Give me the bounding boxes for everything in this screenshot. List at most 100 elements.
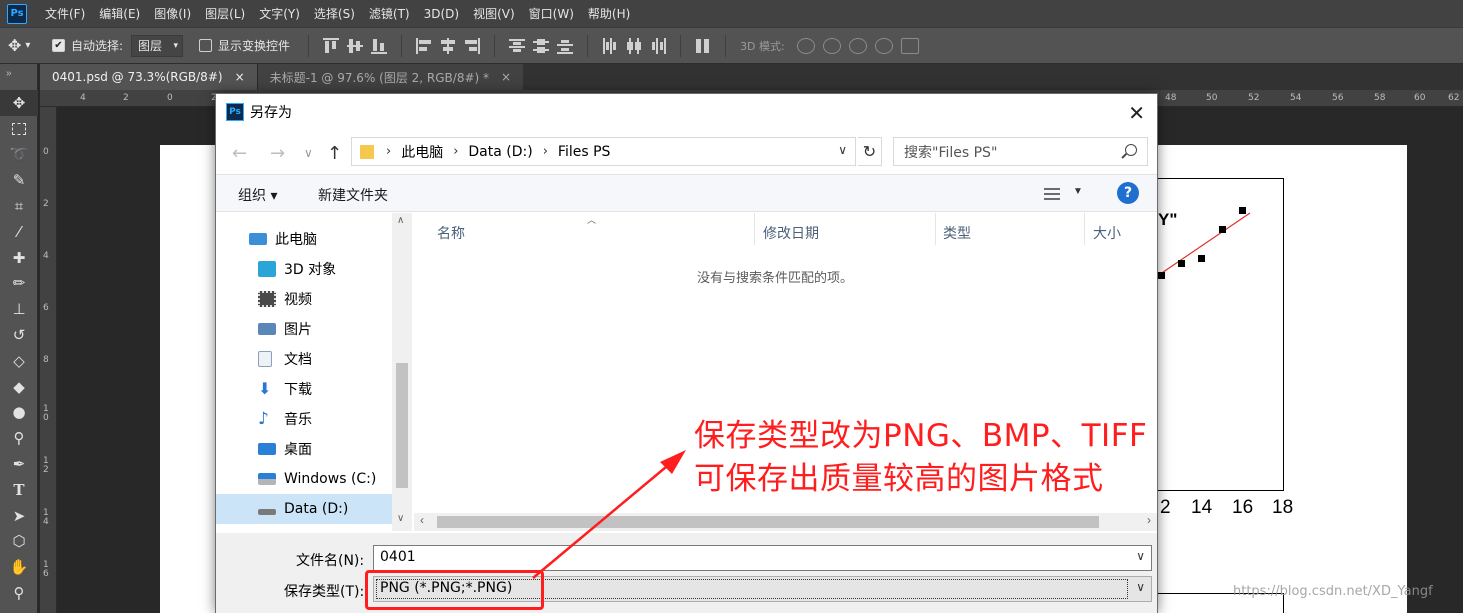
lasso-tool-icon[interactable]: ➰: [0, 142, 38, 168]
show-transform-checkbox[interactable]: [199, 39, 213, 52]
move-tool-preset-picker[interactable]: ✥ ▾: [8, 33, 52, 59]
scrollbar-thumb[interactable]: [396, 363, 408, 488]
marquee-tool-icon[interactable]: [0, 116, 38, 142]
nav-item-videos[interactable]: 视频: [216, 284, 392, 314]
view-options-icon[interactable]: [1044, 187, 1060, 201]
column-type[interactable]: 类型: [943, 223, 971, 243]
path-selection-tool-icon[interactable]: ➤: [0, 503, 38, 529]
align-vertical-center-icon[interactable]: [346, 37, 364, 55]
eraser-tool-icon[interactable]: ◇: [0, 348, 38, 374]
menu-help[interactable]: 帮助(H): [588, 5, 630, 22]
address-bar[interactable]: › 此电脑 › Data (D:) › Files PS ∨: [351, 137, 856, 166]
move-tool-icon[interactable]: ✥: [0, 90, 38, 116]
distribute-top-icon[interactable]: [508, 37, 526, 55]
nav-item-pictures[interactable]: 图片: [216, 314, 392, 344]
nav-item-windows-c[interactable]: Windows (C:): [216, 464, 392, 494]
file-list-horizontal-scrollbar[interactable]: ‹ ›: [414, 513, 1157, 531]
auto-select-target-dropdown[interactable]: 图层 ▾: [131, 34, 184, 57]
scrollbar-thumb[interactable]: [437, 516, 1099, 528]
close-button[interactable]: ✕: [1128, 101, 1145, 125]
align-left-icon[interactable]: [415, 37, 433, 55]
menu-select[interactable]: 选择(S): [314, 5, 355, 22]
blur-tool-icon[interactable]: ●: [0, 400, 38, 426]
chevron-down-icon[interactable]: ∨: [838, 143, 847, 157]
column-size[interactable]: 大小: [1093, 223, 1121, 243]
quick-select-tool-icon[interactable]: ✎: [0, 167, 38, 193]
nav-pane-scrollbar[interactable]: ∧ ∨: [392, 213, 412, 531]
paint-bucket-tool-icon[interactable]: ◆: [0, 374, 38, 400]
menu-window[interactable]: 窗口(W): [529, 5, 574, 22]
chevron-down-icon[interactable]: ∨: [397, 513, 404, 524]
help-button[interactable]: ?: [1117, 182, 1139, 204]
menu-edit[interactable]: 编辑(E): [99, 5, 140, 22]
shape-tool-icon[interactable]: ⬡: [0, 529, 38, 555]
recent-locations-button[interactable]: ∨: [304, 146, 313, 160]
auto-select-checkbox[interactable]: ✔: [52, 39, 65, 52]
chevron-right-icon[interactable]: ›: [1147, 513, 1151, 527]
breadcrumb-data-d[interactable]: Data (D:): [468, 144, 532, 160]
back-button[interactable]: ←: [232, 143, 247, 164]
new-folder-button[interactable]: 新建文件夹: [318, 185, 388, 205]
close-icon[interactable]: ×: [501, 70, 511, 84]
search-input[interactable]: 搜索"Files PS": [893, 137, 1148, 166]
up-button[interactable]: ↑: [327, 143, 342, 164]
chevron-left-icon[interactable]: ‹: [420, 513, 424, 527]
dialog-title-bar[interactable]: Ps 另存为 ✕: [216, 94, 1157, 130]
tab-0401[interactable]: 0401.psd @ 73.3%(RGB/8#) ×: [40, 64, 257, 90]
menu-view[interactable]: 视图(V): [473, 5, 515, 22]
align-top-icon[interactable]: [322, 37, 340, 55]
distribute-bottom-icon[interactable]: [556, 37, 574, 55]
distribute-right-icon[interactable]: [649, 37, 667, 55]
filename-field[interactable]: 0401 ∨: [373, 545, 1152, 571]
crop-tool-icon[interactable]: ⌗: [0, 193, 38, 219]
nav-item-this-pc[interactable]: 此电脑: [216, 224, 392, 254]
distribute-vertical-center-icon[interactable]: [532, 37, 550, 55]
3d-scale-icon[interactable]: [900, 37, 919, 54]
distribute-left-icon[interactable]: [601, 37, 619, 55]
forward-button[interactable]: →: [270, 143, 285, 164]
pen-tool-icon[interactable]: ✒: [0, 451, 38, 477]
organize-button[interactable]: 组织 ▾: [238, 185, 277, 205]
close-icon[interactable]: ×: [235, 70, 245, 84]
nav-item-desktop[interactable]: 桌面: [216, 434, 392, 464]
zoom-tool-icon[interactable]: ⚲: [0, 580, 38, 606]
3d-pan-icon[interactable]: [848, 37, 867, 54]
eyedropper-tool-icon[interactable]: ⁄: [0, 219, 38, 245]
auto-align-layers-icon[interactable]: [694, 37, 712, 55]
align-right-icon[interactable]: [463, 37, 481, 55]
clone-stamp-tool-icon[interactable]: ⊥: [0, 296, 38, 322]
nav-item-documents[interactable]: 文档: [216, 344, 392, 374]
menu-3d[interactable]: 3D(D): [424, 7, 459, 21]
align-horizontal-center-icon[interactable]: [439, 37, 457, 55]
menu-layer[interactable]: 图层(L): [205, 5, 245, 22]
tab-untitled-1[interactable]: 未标题-1 @ 97.6% (图层 2, RGB/8#) * ×: [256, 64, 524, 90]
hand-tool-icon[interactable]: ✋: [0, 554, 38, 580]
3d-roll-icon[interactable]: [822, 37, 841, 54]
3d-slide-icon[interactable]: [874, 37, 893, 54]
refresh-button[interactable]: ↻: [858, 137, 882, 166]
nav-item-downloads[interactable]: ⬇ 下载: [216, 374, 392, 404]
panel-grip-icon[interactable]: »: [0, 64, 37, 90]
chevron-up-icon[interactable]: ∧: [397, 215, 404, 226]
chevron-down-icon[interactable]: ∨: [1136, 549, 1145, 563]
breadcrumb-files-ps[interactable]: Files PS: [558, 144, 611, 160]
menu-filter[interactable]: 滤镜(T): [369, 5, 410, 22]
menu-file[interactable]: 文件(F): [45, 5, 85, 22]
brush-tool-icon[interactable]: ✏: [0, 271, 38, 297]
nav-item-data-d[interactable]: Data (D:): [216, 494, 392, 524]
healing-brush-tool-icon[interactable]: ✚: [0, 245, 38, 271]
nav-item-3d-objects[interactable]: 3D 对象: [216, 254, 392, 284]
nav-item-music[interactable]: ♪ 音乐: [216, 404, 392, 434]
distribute-horizontal-center-icon[interactable]: [625, 37, 643, 55]
chevron-down-icon[interactable]: ▼: [1073, 186, 1083, 197]
type-tool-icon[interactable]: T: [0, 477, 38, 503]
align-bottom-icon[interactable]: [370, 37, 388, 55]
column-date-modified[interactable]: 修改日期: [763, 223, 819, 243]
menu-image[interactable]: 图像(I): [154, 5, 191, 22]
column-name[interactable]: 名称: [437, 223, 465, 243]
3d-orbit-icon[interactable]: [796, 37, 815, 54]
breadcrumb-this-pc[interactable]: 此电脑: [401, 142, 443, 162]
menu-type[interactable]: 文字(Y): [259, 5, 300, 22]
dodge-tool-icon[interactable]: ⚲: [0, 425, 38, 451]
history-brush-tool-icon[interactable]: ↺: [0, 322, 38, 348]
